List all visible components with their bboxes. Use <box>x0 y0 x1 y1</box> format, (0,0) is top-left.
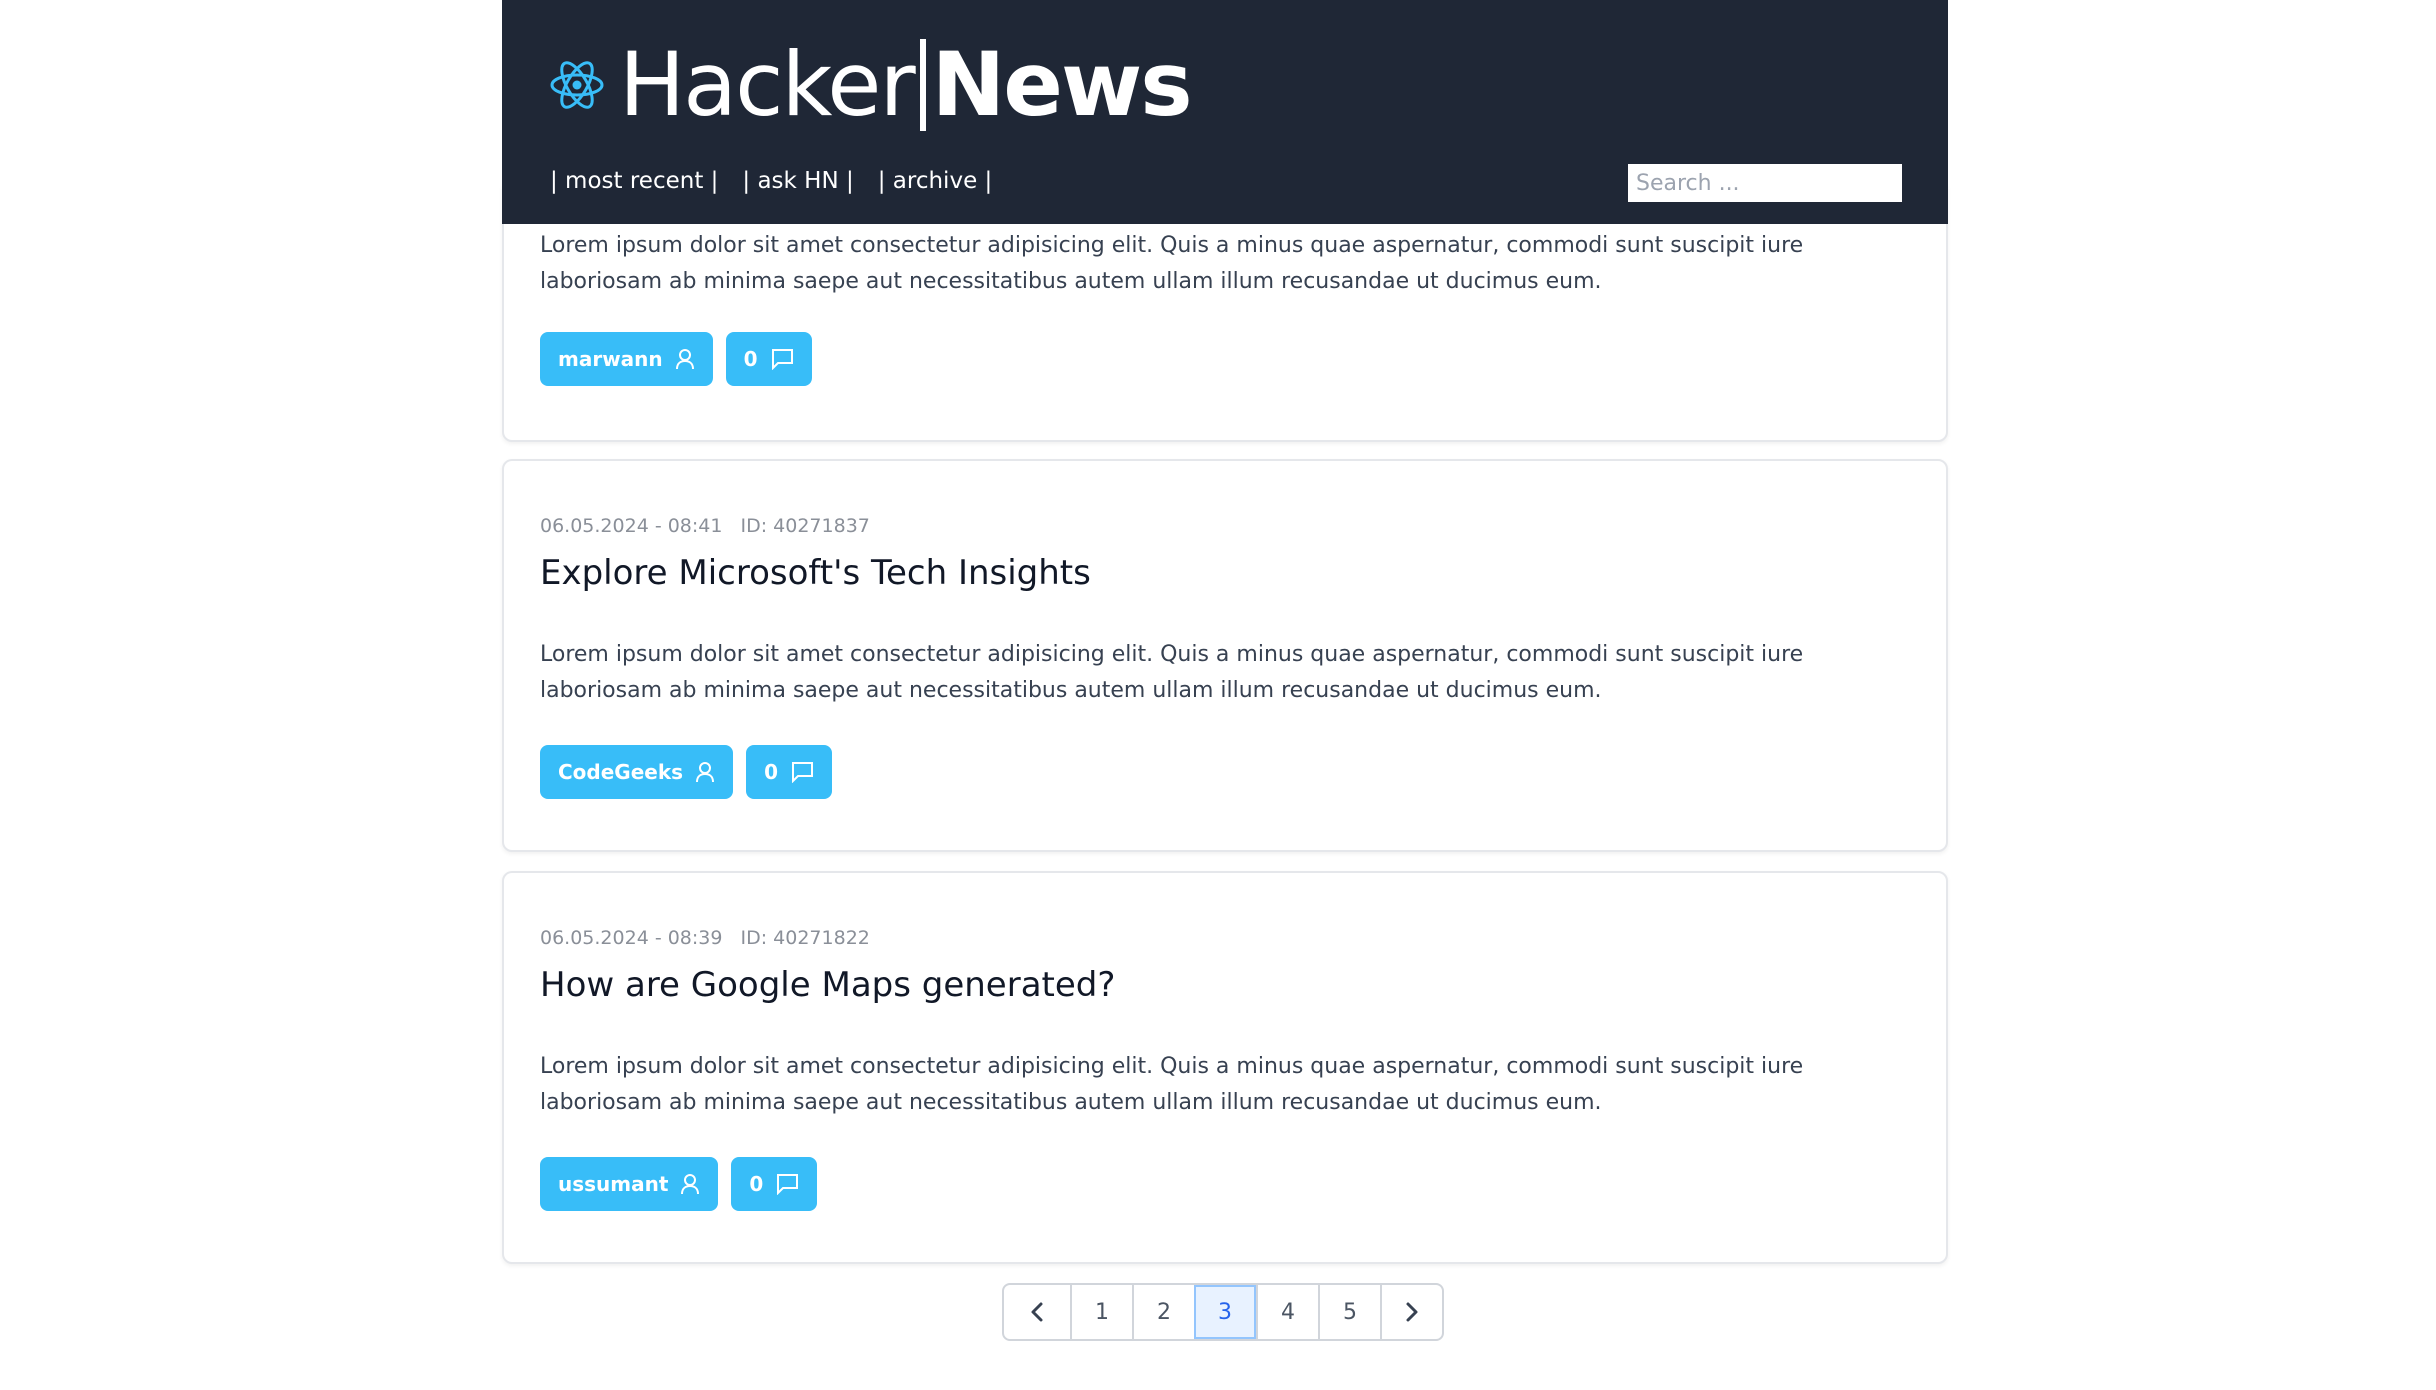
logo-hacker: Hacker <box>619 33 916 136</box>
comments-tag[interactable]: 0 <box>725 332 812 386</box>
chevron-right-icon <box>1406 1302 1418 1322</box>
search-input[interactable] <box>1628 164 1902 202</box>
post-tags: marwann 0 <box>540 332 812 386</box>
user-icon <box>681 1174 700 1195</box>
logo-text: Hacker News <box>619 33 1193 136</box>
page-button-5[interactable]: 5 <box>1318 1285 1380 1339</box>
comment-icon <box>777 1174 799 1195</box>
page-button-1[interactable]: 1 <box>1070 1285 1132 1339</box>
comment-icon <box>791 762 813 783</box>
post-tags: ussumant 0 <box>540 1157 818 1211</box>
post-body: Lorem ipsum dolor sit amet consectetur a… <box>540 1054 1804 1115</box>
post-meta: 06.05.2024 - 08:39 ID: 40271822 <box>540 927 870 949</box>
author-tag[interactable]: CodeGeeks <box>540 745 734 799</box>
comment-count: 0 <box>749 1172 764 1196</box>
page-button-2[interactable]: 2 <box>1132 1285 1194 1339</box>
post-id: ID: 40271837 <box>740 515 870 537</box>
post-title[interactable]: How are Google Maps generated? <box>540 965 1115 1005</box>
post-meta: 06.05.2024 - 08:41 ID: 40271837 <box>540 515 870 537</box>
logo-divider <box>919 39 926 131</box>
nav-most-recent[interactable]: | most recent | <box>550 168 718 194</box>
author-tag[interactable]: ussumant <box>540 1157 719 1211</box>
chevron-left-icon <box>1031 1302 1043 1322</box>
comments-tag[interactable]: 0 <box>731 1157 818 1211</box>
post-tags: CodeGeeks 0 <box>540 745 832 799</box>
comments-tag[interactable]: 0 <box>746 745 832 799</box>
main-nav: | most recent | | ask HN | | archive | <box>550 168 992 194</box>
post-body: Lorem ipsum dolor sit amet consectetur a… <box>540 642 1804 703</box>
nav-ask-hn[interactable]: | ask HN | <box>742 168 853 194</box>
post-body: Lorem ipsum dolor sit amet consectetur a… <box>540 233 1804 294</box>
comment-icon <box>771 349 793 370</box>
post-date: 06.05.2024 - 08:41 <box>540 515 723 537</box>
page-button-3[interactable]: 3 <box>1194 1285 1256 1339</box>
page-container: Lorem ipsum dolor sit amet consectetur a… <box>502 0 1948 1390</box>
user-icon <box>675 349 694 370</box>
post-card: 06.05.2024 - 08:39 ID: 40271822 How are G… <box>502 871 1948 1264</box>
post-card: 06.05.2024 - 08:41 ID: 40271837 Explore M… <box>502 459 1948 852</box>
next-page-button[interactable] <box>1380 1285 1442 1339</box>
nav-archive[interactable]: | archive | <box>878 168 993 194</box>
post-title[interactable]: Explore Microsoft's Tech Insights <box>540 553 1091 593</box>
author-name: marwann <box>558 347 663 371</box>
author-name: ussumant <box>558 1172 669 1196</box>
page-button-4[interactable]: 4 <box>1256 1285 1318 1339</box>
author-name: CodeGeeks <box>558 760 684 784</box>
post-date: 06.05.2024 - 08:39 <box>540 927 723 949</box>
site-header: Hacker News | most recent | | ask HN | |… <box>502 0 1948 224</box>
post-id: ID: 40271822 <box>740 927 870 949</box>
comment-count: 0 <box>764 760 778 784</box>
site-logo[interactable]: Hacker News <box>547 30 1193 140</box>
prev-page-button[interactable] <box>1004 1285 1070 1339</box>
comment-count: 0 <box>743 347 758 371</box>
logo-news: News <box>931 33 1193 136</box>
react-atom-icon <box>550 61 604 109</box>
user-icon <box>696 762 715 783</box>
author-tag[interactable]: marwann <box>540 332 713 386</box>
pagination: 1 2 3 4 5 <box>1002 1283 1444 1341</box>
